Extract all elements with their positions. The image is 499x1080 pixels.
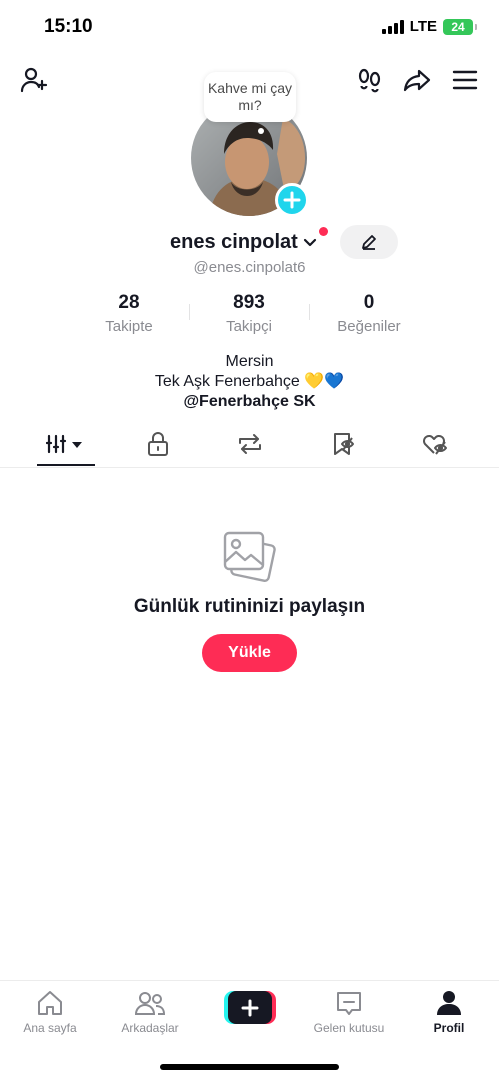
bio-line: Tek Aşk Fenerbahçe 💛💙 — [154, 373, 345, 390]
edit-profile-button[interactable] — [340, 225, 398, 259]
chevron-down-icon — [302, 234, 318, 250]
bio-line: Mersin — [225, 353, 274, 370]
share-icon[interactable] — [399, 60, 435, 100]
status-indicators: LTE 24 — [381, 18, 477, 35]
friends-icon — [134, 992, 166, 1015]
create-button[interactable] — [224, 991, 276, 1024]
nav-home[interactable]: Ana sayfa — [0, 989, 100, 1045]
nav-friends[interactable]: Arkadaşlar — [100, 989, 200, 1045]
bio-link[interactable]: @Fenerbahçe SK — [0, 392, 499, 412]
profile-handle: @enes.cinpolat6 — [193, 259, 306, 276]
thought-bubble-tail — [258, 128, 264, 134]
nav-home-label: Ana sayfa — [23, 1021, 77, 1035]
photos-icon — [220, 528, 278, 586]
status-bar: 15:10 LTE 24 — [0, 0, 499, 54]
profile-tabs — [0, 420, 499, 468]
username: enes cinpolat — [170, 230, 298, 253]
home-icon — [38, 991, 62, 1015]
profile-stats: 28 Takipte 893 Takipçi 0 Beğeniler — [0, 292, 499, 342]
nav-profile[interactable]: Profil — [399, 989, 499, 1045]
battery-icon: 24 — [443, 18, 477, 35]
home-indicator — [160, 1064, 339, 1070]
add-avatar-button[interactable] — [275, 183, 309, 217]
nav-friends-label: Arkadaşlar — [121, 1021, 179, 1035]
followers-label: Takipçi — [226, 318, 272, 335]
tab-private[interactable] — [108, 420, 207, 467]
upload-button[interactable]: Yükle — [202, 634, 297, 672]
tab-reposts[interactable] — [200, 420, 299, 467]
nav-inbox-label: Gelen kutusu — [313, 1021, 385, 1035]
following-label: Takipte — [105, 318, 153, 335]
followers-count: 893 — [233, 292, 265, 313]
pencil-icon — [362, 235, 376, 250]
network-label: LTE — [409, 18, 437, 35]
nav-inbox[interactable]: Gelen kutusu — [299, 989, 399, 1045]
lock-icon — [147, 431, 168, 456]
followers-stat[interactable]: 893 Takipçi — [189, 292, 309, 335]
liked-icon — [422, 434, 447, 455]
username-row[interactable]: enes cinpolat — [170, 227, 328, 256]
tab-favorites[interactable] — [293, 420, 392, 467]
likes-count: 0 — [363, 292, 375, 313]
repost-icon — [238, 433, 261, 454]
following-stat[interactable]: 28 Takipte — [69, 292, 189, 335]
nav-profile-label: Profil — [433, 1021, 465, 1035]
plus-icon — [228, 991, 272, 1024]
likes-label: Beğeniler — [337, 318, 401, 335]
bio: Mersin Tek Aşk Fenerbahçe 💛💙 @Fenerbahçe… — [0, 352, 499, 412]
following-count: 28 — [118, 292, 140, 313]
thought-bubble[interactable]: Kahve mi çay mı? — [204, 72, 296, 122]
empty-state-title: Günlük rutininizi paylaşın — [133, 596, 366, 617]
favorites-icon — [333, 432, 354, 455]
tab-videos[interactable] — [16, 420, 115, 467]
notification-dot — [319, 227, 328, 236]
active-tab-indicator — [37, 464, 95, 466]
inbox-icon — [337, 992, 361, 1015]
videos-grid-icon — [45, 434, 82, 453]
add-friend-icon[interactable] — [16, 60, 52, 100]
menu-icon[interactable] — [447, 60, 483, 100]
status-time: 15:10 — [44, 16, 93, 37]
tab-liked[interactable] — [385, 420, 484, 467]
footprints-icon[interactable] — [352, 60, 388, 100]
likes-stat[interactable]: 0 Beğeniler — [309, 292, 429, 335]
profile-icon — [437, 991, 461, 1015]
signal-icon — [381, 19, 404, 34]
